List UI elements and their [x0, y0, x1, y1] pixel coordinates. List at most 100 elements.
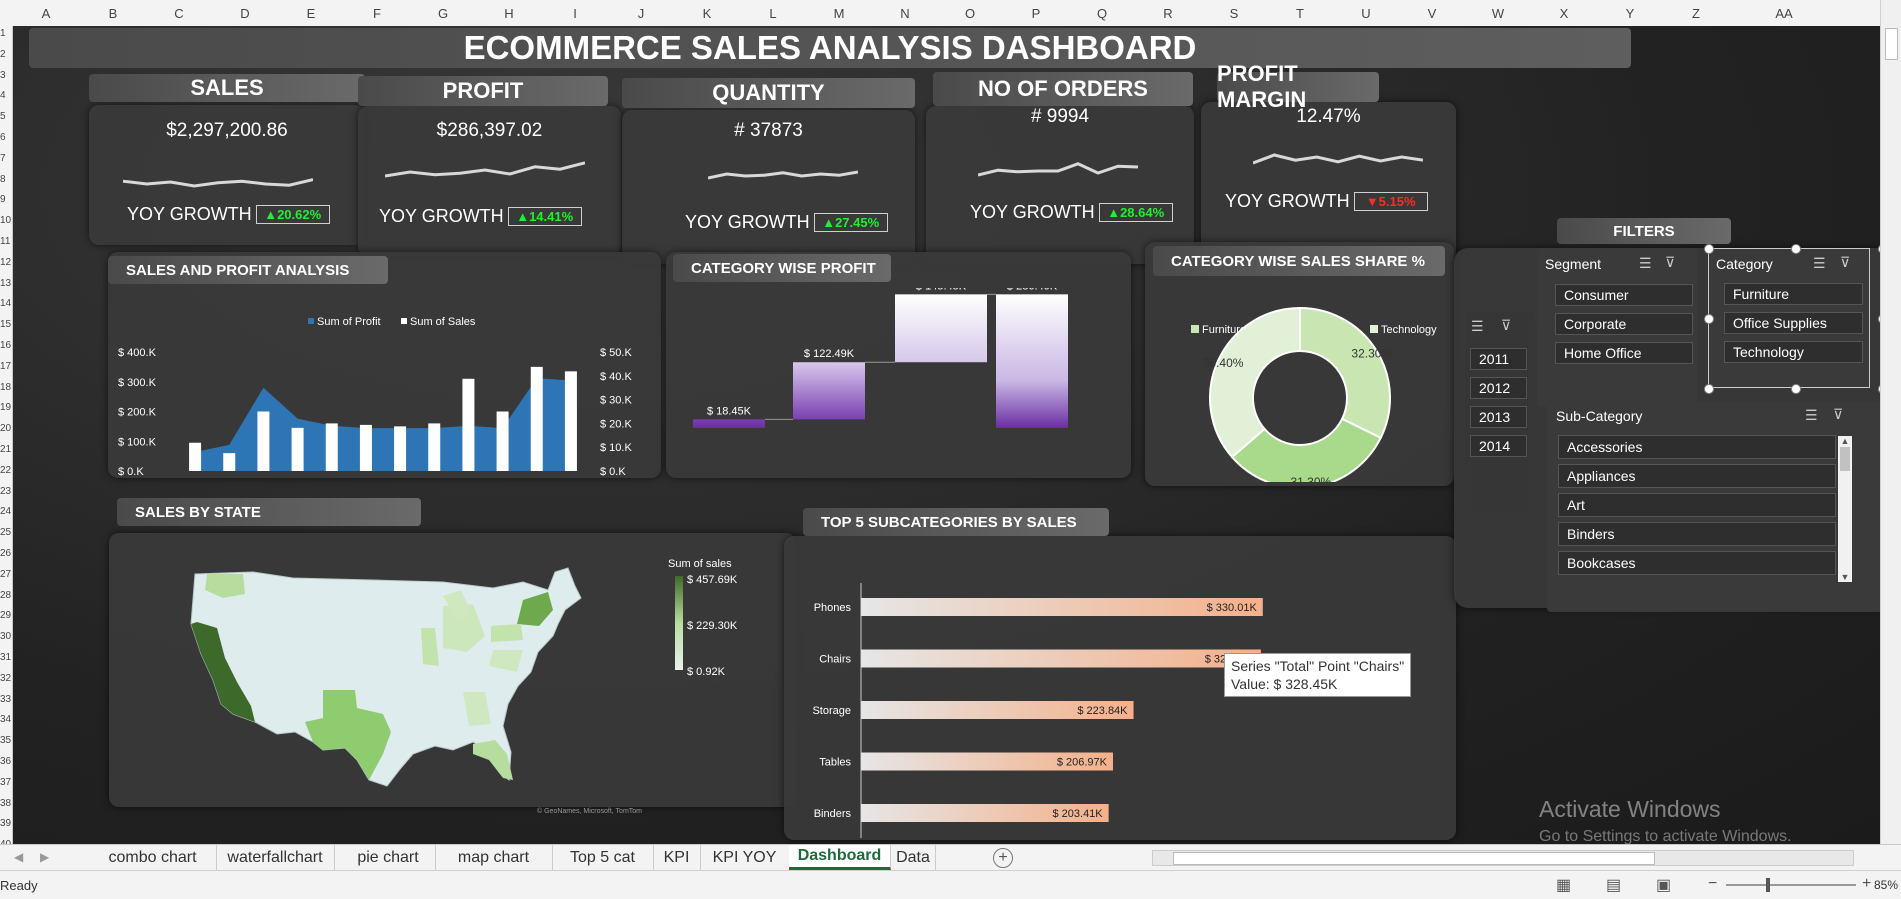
- row-number[interactable]: 25: [0, 527, 11, 538]
- row-number[interactable]: 8: [0, 174, 6, 185]
- row-number[interactable]: 36: [0, 756, 11, 767]
- row-number[interactable]: 39: [0, 818, 11, 829]
- zoom-in-icon[interactable]: +: [1862, 875, 1871, 893]
- row-number[interactable]: 27: [0, 569, 11, 580]
- page-break-icon[interactable]: ▣: [1656, 875, 1671, 895]
- scroll-up-icon[interactable]: ▲: [1838, 436, 1852, 446]
- row-number[interactable]: 9: [0, 194, 6, 205]
- zoom-level[interactable]: 85%: [1874, 878, 1898, 892]
- row-number[interactable]: 21: [0, 444, 11, 455]
- sales-profit-chart[interactable]: Sum of Profit Sum of Sales $ 400.K $ 300.K $…: [108, 288, 661, 478]
- column-letter[interactable]: L: [769, 6, 776, 21]
- year-option[interactable]: 2012: [1470, 377, 1527, 399]
- zoom-slider-thumb[interactable]: [1766, 878, 1770, 892]
- row-number[interactable]: 15: [0, 319, 11, 330]
- scroll-down-icon[interactable]: ▼: [1838, 572, 1852, 582]
- selection-handle[interactable]: [1704, 244, 1714, 254]
- row-number[interactable]: 16: [0, 340, 11, 351]
- column-letter[interactable]: E: [307, 6, 316, 21]
- column-letter[interactable]: H: [504, 6, 513, 21]
- segment-option[interactable]: Consumer: [1555, 284, 1693, 306]
- row-number[interactable]: 26: [0, 548, 11, 559]
- horizontal-scrollbar[interactable]: [1152, 850, 1854, 866]
- selection-handle[interactable]: [1704, 384, 1714, 394]
- row-number[interactable]: 13: [0, 278, 11, 289]
- scrollbar-thumb[interactable]: [1885, 28, 1898, 60]
- row-number[interactable]: 4: [0, 90, 6, 101]
- row-number[interactable]: 1: [0, 28, 6, 39]
- subcategory-option[interactable]: Accessories: [1558, 435, 1836, 459]
- year-option[interactable]: 2014: [1470, 435, 1527, 457]
- column-letter[interactable]: N: [900, 6, 909, 21]
- row-number[interactable]: 28: [0, 590, 11, 601]
- category-profit-chart[interactable]: $ 18.45K $ 122.49K $ 145.45K $ 286.40K: [673, 288, 1123, 478]
- category-option[interactable]: Technology: [1724, 341, 1863, 363]
- multi-select-icon[interactable]: ☰: [1639, 255, 1652, 272]
- row-number[interactable]: 17: [0, 361, 11, 372]
- row-number[interactable]: 10: [0, 215, 11, 226]
- row-number[interactable]: 18: [0, 382, 11, 393]
- sheet-tab[interactable]: Top 5 cat: [552, 845, 654, 870]
- row-number[interactable]: 35: [0, 735, 11, 746]
- tab-scroll-right-icon[interactable]: ▶: [40, 850, 49, 864]
- top5-chart[interactable]: Phones$ 330.01KChairs$ 328.45KStorage$ 2…: [784, 556, 1456, 840]
- row-number[interactable]: 23: [0, 486, 11, 497]
- sheet-tab[interactable]: Data: [891, 845, 936, 870]
- row-number[interactable]: 12: [0, 257, 11, 268]
- us-map[interactable]: [173, 554, 633, 804]
- row-number[interactable]: 5: [0, 111, 6, 122]
- multi-select-icon[interactable]: ☰: [1805, 407, 1818, 424]
- row-number[interactable]: 31: [0, 652, 11, 663]
- sheet-tab[interactable]: KPI: [653, 845, 701, 870]
- column-letter[interactable]: J: [638, 6, 645, 21]
- column-letter[interactable]: K: [703, 6, 712, 21]
- selection-handle[interactable]: [1791, 244, 1801, 254]
- column-letter[interactable]: I: [573, 6, 577, 21]
- column-letter[interactable]: G: [438, 6, 448, 21]
- scrollbar-thumb[interactable]: [1173, 852, 1655, 865]
- column-letter[interactable]: A: [42, 6, 51, 21]
- tab-scroll-left-icon[interactable]: ◀: [14, 850, 23, 864]
- category-option[interactable]: Furniture: [1724, 283, 1863, 305]
- column-letter[interactable]: Z: [1692, 6, 1700, 21]
- row-number[interactable]: 6: [0, 132, 6, 143]
- clear-filter-icon[interactable]: ⊽: [1840, 254, 1850, 271]
- column-letter[interactable]: D: [240, 6, 249, 21]
- column-letter[interactable]: Q: [1097, 6, 1107, 21]
- row-number[interactable]: 24: [0, 506, 11, 517]
- subcategory-option[interactable]: Binders: [1558, 522, 1836, 546]
- zoom-slider[interactable]: [1726, 878, 1856, 892]
- segment-option[interactable]: Corporate: [1555, 313, 1693, 335]
- column-letter[interactable]: P: [1032, 6, 1041, 21]
- row-number[interactable]: 37: [0, 777, 11, 788]
- zoom-out-icon[interactable]: −: [1708, 875, 1717, 893]
- row-number[interactable]: 14: [0, 298, 11, 309]
- row-number[interactable]: 34: [0, 714, 11, 725]
- add-sheet-icon[interactable]: +: [993, 848, 1013, 868]
- column-letter[interactable]: B: [109, 6, 118, 21]
- clear-filter-icon[interactable]: ⊽: [1501, 317, 1511, 334]
- column-letter[interactable]: T: [1296, 6, 1304, 21]
- multi-select-icon[interactable]: ☰: [1813, 255, 1826, 272]
- multi-select-icon[interactable]: ☰: [1471, 318, 1484, 335]
- sheet-tab[interactable]: map chart: [435, 845, 553, 870]
- scrollbar-thumb[interactable]: [1840, 447, 1850, 471]
- row-number[interactable]: 22: [0, 465, 11, 476]
- subcategory-option[interactable]: Appliances: [1558, 464, 1836, 488]
- row-number[interactable]: 19: [0, 402, 11, 413]
- row-number[interactable]: 30: [0, 631, 11, 642]
- segment-option[interactable]: Home Office: [1555, 342, 1693, 364]
- sales-share-chart[interactable]: FurnitureOffice SuppliesTechnology32.30%…: [1153, 282, 1448, 482]
- sheet-tab[interactable]: KPI YOY: [700, 845, 790, 870]
- subcategory-scrollbar[interactable]: ▲ ▼: [1838, 436, 1852, 582]
- column-letter[interactable]: O: [965, 6, 975, 21]
- column-letter[interactable]: S: [1230, 6, 1239, 21]
- row-number[interactable]: 38: [0, 798, 11, 809]
- column-letter[interactable]: X: [1560, 6, 1569, 21]
- column-letter[interactable]: AA: [1775, 6, 1792, 21]
- clear-filter-icon[interactable]: ⊽: [1833, 406, 1843, 423]
- column-letter[interactable]: R: [1163, 6, 1172, 21]
- column-letter[interactable]: W: [1492, 6, 1504, 21]
- selection-handle[interactable]: [1791, 384, 1801, 394]
- normal-view-icon[interactable]: ▦: [1556, 875, 1571, 895]
